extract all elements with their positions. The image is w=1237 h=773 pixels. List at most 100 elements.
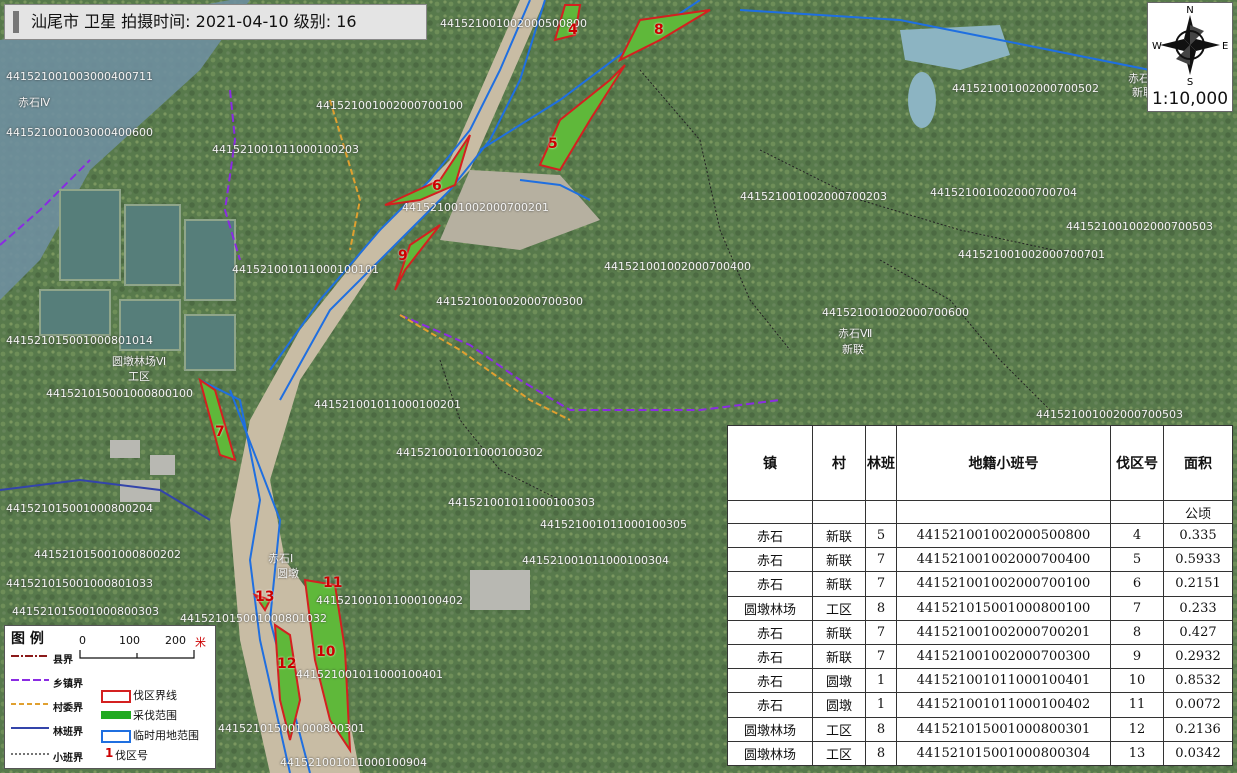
title-bar: 汕尾市 卫星 拍摄时间: 2021-04-10 级别: 16 (4, 4, 427, 40)
col-header-forest-class: 林班 (865, 425, 897, 501)
legend-cut-number: 伐区号 (115, 749, 148, 762)
parcel-id-label: 441521015001000800100 (46, 387, 193, 400)
table-row: 圆墩林场 工区 8 441521015001000800304 13 0.0342 (727, 740, 1233, 766)
table-row: 赤石 圆墩 1 441521001011000100402 11 0.0072 (727, 692, 1233, 718)
cell-forest-class: 1 (865, 668, 897, 694)
north-arrow-panel: N S W E 1:10,000 (1147, 2, 1233, 112)
parcel-id-label: 441521001002000700503 (1066, 220, 1213, 233)
cell-village: 工区 (812, 740, 866, 766)
compass-s: S (1187, 77, 1193, 87)
map-label: 赤石Ⅰ (268, 552, 294, 565)
parcel-id-label: 441521015001000800303 (12, 605, 159, 618)
cell-town: 赤石 (727, 692, 813, 718)
cut-number: 7 (215, 424, 225, 440)
legend-village-line: 村委界 (53, 703, 83, 714)
cell-town: 圆墩林场 (727, 595, 813, 621)
cell-area: 0.233 (1163, 595, 1233, 621)
table-row: 赤石 新联 7 441521001002000700300 9 0.2932 (727, 643, 1233, 670)
parcel-id-label: 441521001011000100402 (316, 594, 463, 607)
cut-number: 5 (548, 136, 558, 152)
map-label: 新联 (842, 343, 864, 356)
legend-temp-land-swatch (101, 730, 131, 743)
cell-village: 新联 (812, 643, 866, 670)
cell-forest-class: 7 (865, 547, 897, 573)
legend-cut-range-swatch (101, 711, 131, 719)
table-cell (896, 500, 1111, 524)
cut-area-table: 镇 村 林班 地籍小班号 伐区号 面积 公顷 赤石 新联 5 441521001002… (727, 425, 1233, 766)
parcel-id-label: 441521015001000800301 (218, 722, 365, 735)
legend-county-line: 县界 (53, 655, 73, 666)
table-row: 赤石 新联 5 441521001002000500800 4 0.335 (727, 522, 1233, 549)
table-cell (1110, 500, 1164, 524)
cell-area: 0.2136 (1163, 716, 1233, 742)
cell-area: 0.0342 (1163, 740, 1233, 766)
cell-cut-number: 6 (1110, 571, 1164, 597)
cut-number: 13 (255, 589, 275, 605)
parcel-id-label: 441521001011000100302 (396, 446, 543, 459)
legend-forest-class-line: 林班界 (53, 727, 83, 738)
cell-forest-class: 8 (865, 595, 897, 621)
parcel-id-label: 441521001011000100201 (314, 398, 461, 411)
cell-village: 圆墩 (812, 692, 866, 718)
scale-end: 200 (165, 634, 186, 647)
table-row: 圆墩林场 工区 8 441521015001000800100 7 0.233 (727, 595, 1233, 621)
map-label: 圆墩 (277, 567, 299, 580)
map-label: 圆墩林场Ⅵ (112, 355, 167, 368)
parcel-id-label: 441521001002000700400 (604, 260, 751, 273)
legend-cut-range: 采伐范围 (133, 709, 177, 722)
cell-forest-class: 7 (865, 571, 897, 597)
cell-forest-class: 7 (865, 619, 897, 645)
cell-town: 赤石 (727, 547, 813, 573)
cell-village: 新联 (812, 547, 866, 573)
cell-forest-class: 8 (865, 740, 897, 766)
cut-number: 8 (654, 22, 664, 38)
col-header-village: 村 (812, 425, 866, 501)
cut-number: 6 (432, 178, 442, 194)
cell-cut-number: 10 (1110, 668, 1164, 694)
cell-parcel-id: 441521001011000100401 (896, 668, 1111, 694)
compass-w: W (1152, 41, 1162, 52)
cell-forest-class: 1 (865, 692, 897, 718)
col-header-area: 面积 (1163, 425, 1233, 501)
map-legend: 图 例 0 100 200 米 县界 乡镇界 村委界 林班界 小班界 伐区界线 … (4, 625, 216, 769)
cell-village: 圆墩 (812, 668, 866, 694)
parcel-id-label: 441521001011000100305 (540, 518, 687, 531)
cell-area: 0.8532 (1163, 668, 1233, 694)
cell-cut-number: 9 (1110, 643, 1164, 670)
cell-area: 0.0072 (1163, 692, 1233, 718)
cell-town: 圆墩林场 (727, 740, 813, 766)
scale-unit: 米 (195, 636, 206, 649)
cell-cut-number: 8 (1110, 619, 1164, 645)
cell-parcel-id: 441521015001000800304 (896, 740, 1111, 766)
parcel-id-label: 441521001002000700503 (1036, 408, 1183, 421)
parcel-id-label: 441521015001000801033 (6, 577, 153, 590)
parcel-id-label: 441521001011000100904 (280, 756, 427, 769)
cell-area: 0.2932 (1163, 643, 1233, 670)
parcel-id-label: 441521001011000100101 (232, 263, 379, 276)
table-cell (865, 500, 897, 524)
legend-title: 图 例 (11, 631, 44, 647)
cell-town: 赤石 (727, 668, 813, 694)
cell-cut-number: 12 (1110, 716, 1164, 742)
scale-mid: 100 (119, 634, 140, 647)
scale-bar (79, 650, 195, 659)
cell-cut-number: 11 (1110, 692, 1164, 718)
cut-number: 4 (568, 22, 578, 38)
map-label: 工区 (128, 370, 150, 383)
cell-cut-number: 5 (1110, 547, 1164, 573)
table-row: 赤石 圆墩 1 441521001011000100401 10 0.8532 (727, 668, 1233, 694)
compass-e: E (1222, 41, 1228, 52)
cell-village: 新联 (812, 522, 866, 549)
legend-cut-boundary: 伐区界线 (133, 689, 177, 702)
cut-number: 9 (398, 248, 408, 264)
table-row: 赤石 新联 7 441521001002000700400 5 0.5933 (727, 547, 1233, 573)
cell-town: 赤石 (727, 643, 813, 670)
cell-forest-class: 7 (865, 643, 897, 670)
cell-parcel-id: 441521001002000700100 (896, 571, 1111, 597)
parcel-id-label: 441521001002000700704 (930, 186, 1077, 199)
cell-village: 工区 (812, 716, 866, 742)
cell-parcel-id: 441521015001000800301 (896, 716, 1111, 742)
parcel-id-label: 441521001002000700600 (822, 306, 969, 319)
cell-parcel-id: 441521001002000700201 (896, 619, 1111, 645)
cell-parcel-id: 441521015001000800100 (896, 595, 1111, 621)
